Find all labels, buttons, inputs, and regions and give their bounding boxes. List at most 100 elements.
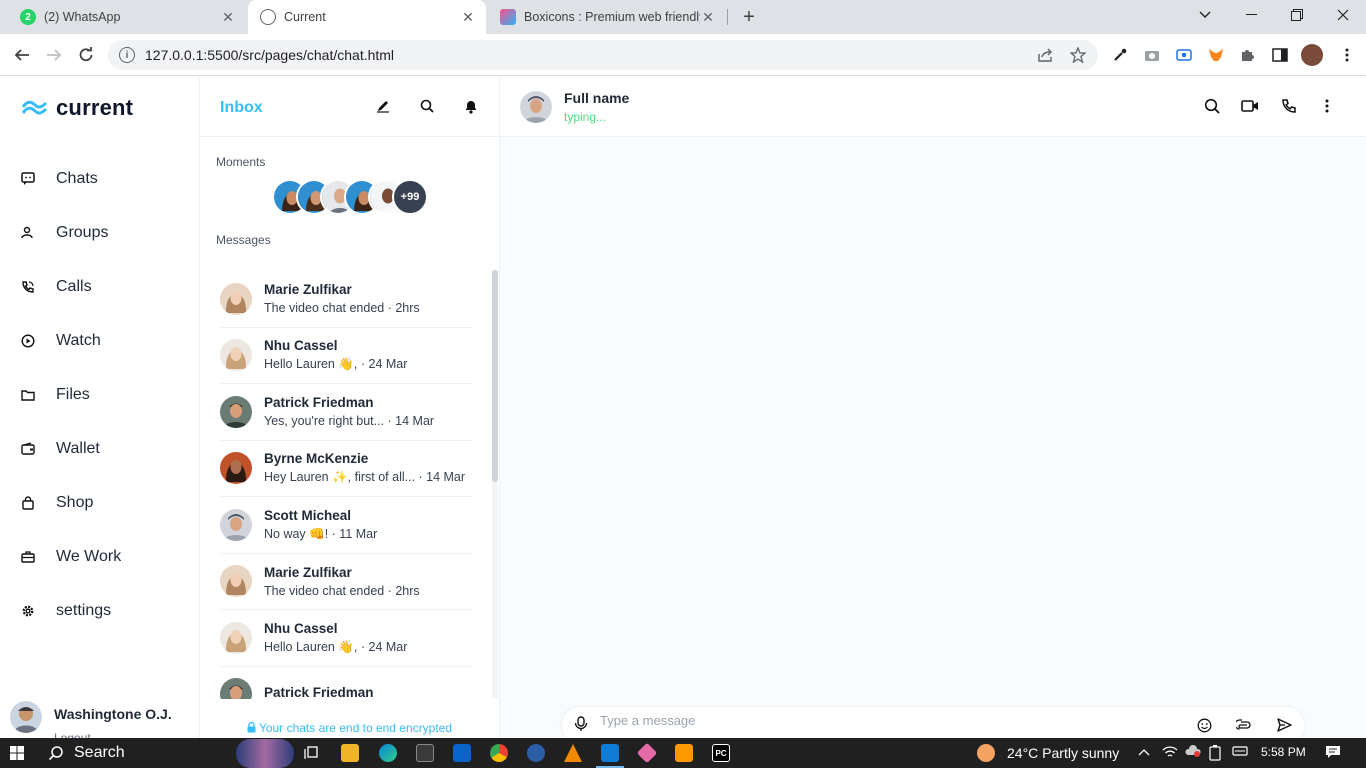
tab-search-button[interactable] xyxy=(1182,0,1228,30)
attachment-icon[interactable] xyxy=(1236,717,1252,733)
close-window-button[interactable] xyxy=(1320,0,1366,30)
side-panel-icon[interactable] xyxy=(1271,46,1289,64)
task-view-icon[interactable] xyxy=(303,744,321,762)
boxicons-icon xyxy=(500,9,516,25)
list-item[interactable]: Nhu Cassel Hello Lauren 👋, · 24 Mar xyxy=(220,328,473,384)
tab-title: Current xyxy=(284,10,326,24)
message-preview: The video chat ended · 2hrs xyxy=(264,301,420,316)
list-item[interactable]: Patrick Friedman xyxy=(220,667,473,699)
close-tab-icon[interactable]: ✕ xyxy=(220,9,236,26)
minimize-button[interactable] xyxy=(1228,0,1274,30)
forward-button[interactable] xyxy=(42,43,66,67)
sidebar-item-settings[interactable]: settings xyxy=(0,584,199,638)
list-item[interactable]: Patrick Friedman Yes, you're right but...… xyxy=(220,384,473,441)
close-tab-icon[interactable]: ✕ xyxy=(460,9,476,26)
tab-current[interactable]: Current ✕ xyxy=(248,0,486,34)
taskbar-search[interactable]: Search xyxy=(48,744,125,762)
back-button[interactable] xyxy=(10,43,34,67)
message-list-scrollbar[interactable] xyxy=(492,270,498,698)
volume-icon[interactable] xyxy=(1232,745,1248,760)
search-icon[interactable] xyxy=(1203,97,1221,115)
messages-label: Messages xyxy=(216,233,271,247)
message-list: Marie Zulfikar The video chat ended · 2hr… xyxy=(220,271,473,699)
sidebar-item-files[interactable]: Files xyxy=(0,368,199,422)
emoji-icon[interactable] xyxy=(1196,717,1212,733)
site-info-icon[interactable]: i xyxy=(119,47,135,63)
app-icon[interactable] xyxy=(527,744,545,762)
phone-icon[interactable] xyxy=(1280,97,1298,115)
microphone-icon[interactable] xyxy=(574,716,588,732)
whatsapp-icon: 2 xyxy=(20,9,36,25)
sidebar-item-wallet[interactable]: Wallet xyxy=(0,422,199,476)
browser-menu-icon[interactable] xyxy=(1338,46,1356,64)
wifi-icon[interactable] xyxy=(1162,745,1178,762)
sidebar-item-watch[interactable]: Watch xyxy=(0,314,199,368)
shopping-bag-icon xyxy=(21,496,35,510)
chrome-icon[interactable] xyxy=(490,744,508,762)
weather-icon[interactable] xyxy=(977,744,995,762)
metamask-fox-icon[interactable] xyxy=(1207,46,1225,64)
tab-boxicons[interactable]: Boxicons : Premium web friendly ✕ xyxy=(488,0,726,34)
sidebar-item-groups[interactable]: Groups xyxy=(0,206,199,260)
sidebar-item-calls[interactable]: Calls xyxy=(0,260,199,314)
list-item[interactable]: Nhu Cassel Hello Lauren 👋, · 24 Mar xyxy=(220,610,473,667)
pycharm-icon[interactable]: PC xyxy=(712,744,730,762)
chat-panel: Full name typing... Type a message xyxy=(500,77,1366,743)
moments-more-badge[interactable]: +99 xyxy=(392,179,428,215)
vlc-icon[interactable] xyxy=(564,744,582,762)
cloud-sync-icon[interactable] xyxy=(1185,745,1201,760)
new-tab-button[interactable]: + xyxy=(738,5,760,29)
sidebar-item-shop[interactable]: Shop xyxy=(0,476,199,530)
eyedropper-extension-icon[interactable] xyxy=(1111,46,1129,64)
screen-record-extension-icon[interactable] xyxy=(1175,46,1193,64)
mail-icon[interactable] xyxy=(453,744,471,762)
inbox-panel: Inbox Moments +99 Messages Marie Zulfika… xyxy=(200,77,500,738)
restore-button[interactable] xyxy=(1274,0,1320,30)
camera-extension-icon[interactable] xyxy=(1143,46,1161,64)
sidebar-item-label: Chats xyxy=(56,170,98,187)
wave-logo-icon xyxy=(22,100,48,115)
browser-tab-strip: 2 (2) WhatsApp ✕ Current ✕ Boxicons : Pr… xyxy=(0,0,1366,34)
vscode-icon[interactable] xyxy=(601,744,619,762)
avatar[interactable] xyxy=(520,91,552,123)
edit-icon[interactable] xyxy=(375,98,391,114)
tab-whatsapp[interactable]: 2 (2) WhatsApp ✕ xyxy=(8,0,246,34)
windows-start-icon[interactable] xyxy=(10,746,24,760)
list-item[interactable]: Byrne McKenzie Hey Lauren ✨, first of all… xyxy=(220,441,473,497)
battery-icon[interactable] xyxy=(1209,745,1221,764)
more-vertical-icon[interactable] xyxy=(1318,97,1336,115)
git-icon[interactable] xyxy=(636,742,658,764)
sidebar-item-chats[interactable]: Chats xyxy=(0,152,199,206)
contact-name: Nhu Cassel xyxy=(264,338,338,354)
typing-status: typing... xyxy=(564,110,607,124)
scrollbar-thumb[interactable] xyxy=(492,270,498,482)
list-item[interactable]: Scott Micheal No way 👊! · 11 Mar xyxy=(220,497,473,554)
address-bar[interactable]: i 127.0.0.1:5500/src/pages/chat/chat.htm… xyxy=(108,40,1098,70)
notifications-icon[interactable] xyxy=(1325,745,1341,762)
close-tab-icon[interactable]: ✕ xyxy=(700,9,716,26)
bookmark-star-icon[interactable] xyxy=(1070,47,1086,63)
clock-time[interactable]: 5:58 PM xyxy=(1261,745,1306,759)
share-icon[interactable] xyxy=(1038,47,1054,63)
weather-text[interactable]: 24°C Partly sunny xyxy=(1007,745,1119,761)
send-icon[interactable] xyxy=(1276,717,1292,733)
sublime-icon[interactable] xyxy=(675,744,693,762)
list-item[interactable]: Marie Zulfikar The video chat ended · 2hr… xyxy=(220,554,473,610)
chevron-up-icon[interactable] xyxy=(1138,745,1150,759)
file-explorer-icon[interactable] xyxy=(341,744,359,762)
edge-icon[interactable] xyxy=(379,744,397,762)
sidebar-item-we-work[interactable]: We Work xyxy=(0,530,199,584)
current-user[interactable]: Washingtone O.J. Logout xyxy=(10,701,172,745)
list-item[interactable]: Marie Zulfikar The video chat ended · 2hr… xyxy=(220,271,473,328)
extensions-puzzle-icon[interactable] xyxy=(1239,46,1257,64)
avatar xyxy=(10,701,42,733)
taskbar-highlight-image[interactable] xyxy=(236,739,294,768)
store-icon[interactable] xyxy=(416,744,434,762)
search-icon[interactable] xyxy=(419,98,435,114)
message-input[interactable]: Type a message xyxy=(600,713,695,728)
brand-logo[interactable]: current xyxy=(22,95,133,121)
bell-icon[interactable] xyxy=(463,98,479,114)
reload-button[interactable] xyxy=(74,43,98,67)
video-call-icon[interactable] xyxy=(1241,97,1259,115)
profile-avatar[interactable] xyxy=(1301,44,1323,66)
